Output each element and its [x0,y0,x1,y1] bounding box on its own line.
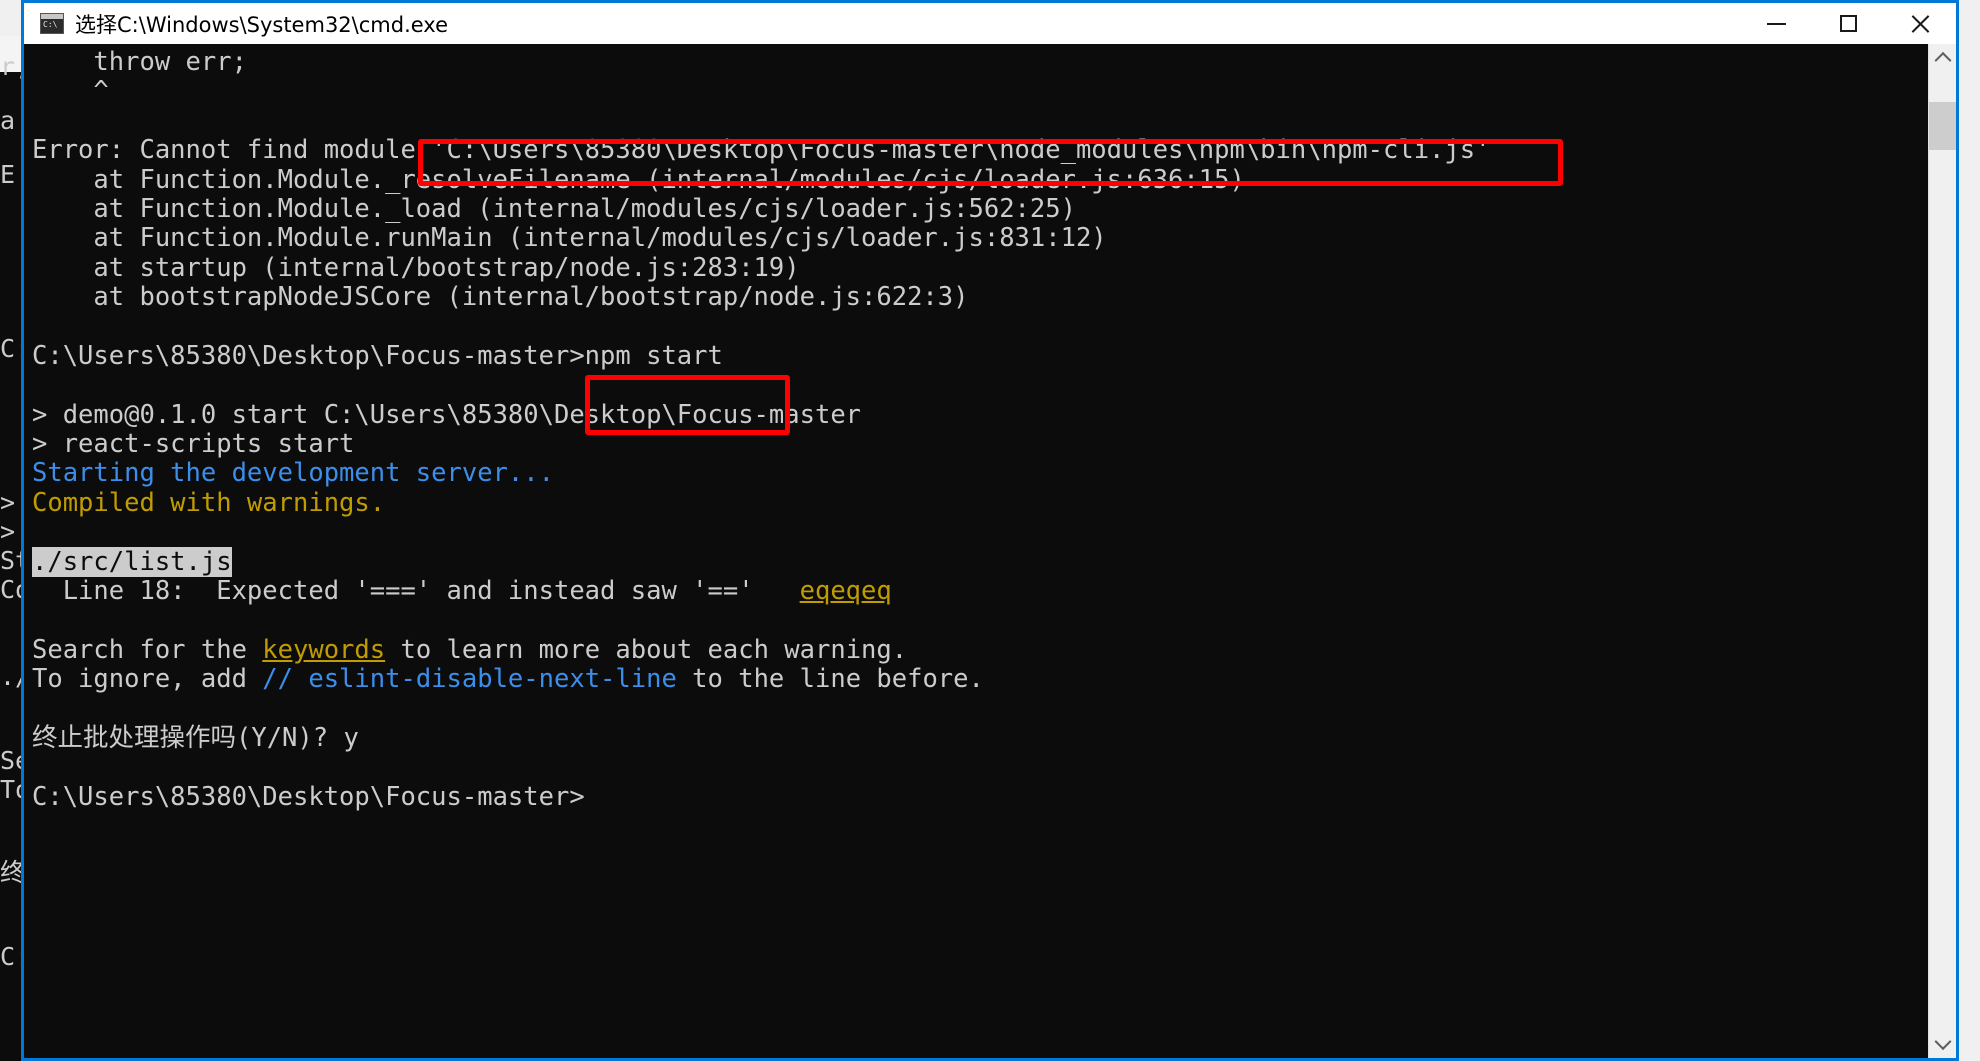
console-line-compiled-warnings: Compiled with warnings. [24,487,1928,518]
cmd-window: 选择C:\Windows\System32\cmd.exe throw err;… [21,0,1959,1061]
background-window-text-fragment: E [0,160,16,189]
chevron-down-icon [1934,1033,1951,1051]
console-line-stack-resolvefilename: at Function.Module._resolveFilename (int… [24,164,1928,195]
scrollbar-thumb[interactable] [1929,102,1956,151]
screen-root: r;aEC:>>StCo./SeTo终C: 选择C:\Windows\Syste… [0,0,1980,1061]
console-line-to-ignore: To ignore, add // eslint-disable-next-li… [24,665,1928,694]
console-line-error-module: Error: Cannot find module 'C:\Users\8538… [24,135,1928,166]
console-line-stack-startup: at startup (internal/bootstrap/node.js:2… [24,252,1928,283]
background-window-text-fragment: > [0,517,16,546]
console-line-blank-1 [24,107,1928,136]
console-line-caret: ^ [24,77,1928,106]
scrollbar-up-button[interactable] [1929,44,1956,74]
console-segment: Search for the [32,634,263,665]
console-segment: to the line before. [676,664,984,695]
window-title: 选择C:\Windows\System32\cmd.exe [75,12,448,37]
minimize-icon [1766,22,1786,25]
console-segment: > demo@0.1.0 start C:\Users\85380\Deskto… [32,399,862,430]
console-line-stack-load: at Function.Module._load (internal/modul… [24,193,1928,224]
console-segment: Line 18: Expected '===' and instead saw … [32,576,800,607]
console-line-file-listjs: ./src/list.js [24,546,1928,577]
console-segment: 终止批处理操作吗(Y/N)? y [32,722,359,753]
console-line-blank-4 [24,518,1928,547]
console-line-npm-pkg: > demo@0.1.0 start C:\Users\85380\Deskto… [24,399,1928,430]
console-segment: C:\Users\85380\Desktop\Focus-master>npm … [32,340,723,371]
console-segment: ./src/list.js [32,546,232,577]
console-segment: Compiled with warnings. [32,487,386,518]
chevron-up-icon [1934,51,1951,69]
console-line-npm-script: > react-scripts start [24,429,1928,460]
console-segment: To ignore, add [32,664,263,695]
console-segment: at Function.Module._load (internal/modul… [32,193,1076,224]
scrollbar-down-button[interactable] [1929,1028,1956,1058]
console-segment: Error: Cannot find module 'C:\Users\8538… [32,135,1491,166]
console-line-blank-7 [24,753,1928,782]
console-line-throw-err: throw err; [24,47,1928,77]
close-button[interactable] [1884,2,1956,46]
console-segment: Starting the development server... [32,458,554,489]
console-segment: at bootstrapNodeJSCore (internal/bootstr… [32,282,969,313]
maximize-icon [1839,15,1857,32]
console-segment: at startup (internal/bootstrap/node.js:2… [32,252,800,283]
background-window-text-fragment: > [0,488,16,517]
window-controls [1740,2,1956,46]
console-line-blank-6 [24,695,1928,724]
console-line-prompt-final: C:\Users\85380\Desktop\Focus-master> [24,781,1928,812]
console-output-area[interactable]: throw err; ^ Error: Cannot find module '… [24,44,1928,1058]
console-line-stack-runmain: at Function.Module.runMain (internal/mod… [24,224,1928,253]
cmd-console-icon[interactable] [40,13,64,34]
console-segment: throw err; [32,47,247,77]
console-segment: > react-scripts start [32,429,355,460]
maximize-button[interactable] [1812,2,1884,46]
console-line-blank-2 [24,313,1928,342]
console-segment: C:\Users\85380\Desktop\Focus-master> [32,781,585,812]
console-line-terminate-batch: 终止批处理操作吗(Y/N)? y [24,722,1928,753]
console-line-blank-3 [24,371,1928,400]
console-line-blank-5 [24,606,1928,635]
close-icon [1910,14,1930,34]
console-segment: to learn more about each warning. [385,634,908,665]
console-line-warning-eqeqeq: Line 18: Expected '===' and instead saw … [24,576,1928,607]
minimize-button[interactable] [1740,2,1812,46]
console-segment: eqeqeq [799,576,892,607]
console-segment: keywords [262,634,386,665]
titlebar-left-group: 选择C:\Windows\System32\cmd.exe [24,9,1740,39]
console-line-stack-bootstrap: at bootstrapNodeJSCore (internal/bootstr… [24,282,1928,313]
console-line-prompt-npm-start: C:\Users\85380\Desktop\Focus-master>npm … [24,340,1928,371]
console-segment: at Function.Module._resolveFilename (int… [32,164,1245,195]
console-line-search-keywords: Search for the keywords to learn more ab… [24,634,1928,665]
background-window-text-fragment: a [0,106,16,135]
window-titlebar[interactable]: 选择C:\Windows\System32\cmd.exe [24,0,1956,44]
console-segment: // eslint-disable-next-line [262,664,677,695]
console-line-dev-server: Starting the development server... [24,459,1928,488]
console-segment: at Function.Module.runMain (internal/mod… [32,223,1107,254]
console-scrollbar[interactable] [1928,44,1956,1058]
console-segment: ^ [32,76,109,107]
